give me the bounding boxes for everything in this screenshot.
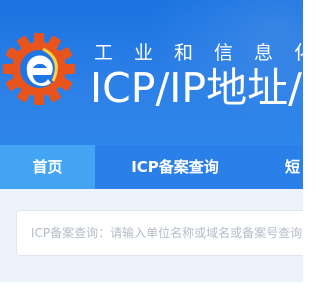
icp-search-input[interactable] [31,211,303,255]
nav-item-icp-query[interactable]: ICP备案查询 [95,145,255,189]
site-header: 工业和信息化部 ICP/IP地址/域名信息备案管理系统 [0,0,303,145]
search-box[interactable] [16,210,303,256]
content-area [0,282,303,306]
gear-e-logo-icon [3,33,75,105]
miit-logo[interactable] [2,32,76,106]
system-title: ICP/IP地址/域名信息备案管理系统 [90,64,303,112]
nav-item-home[interactable]: 首页 [0,145,95,189]
search-section [0,189,303,282]
page: 工业和信息化部 ICP/IP地址/域名信息备案管理系统 首页 ICP备案查询 短 [0,0,303,306]
main-nav: 首页 ICP备案查询 短 [0,145,303,189]
ministry-subtitle: 工业和信息化部 [94,42,303,64]
nav-item-sms[interactable]: 短 [285,145,303,189]
